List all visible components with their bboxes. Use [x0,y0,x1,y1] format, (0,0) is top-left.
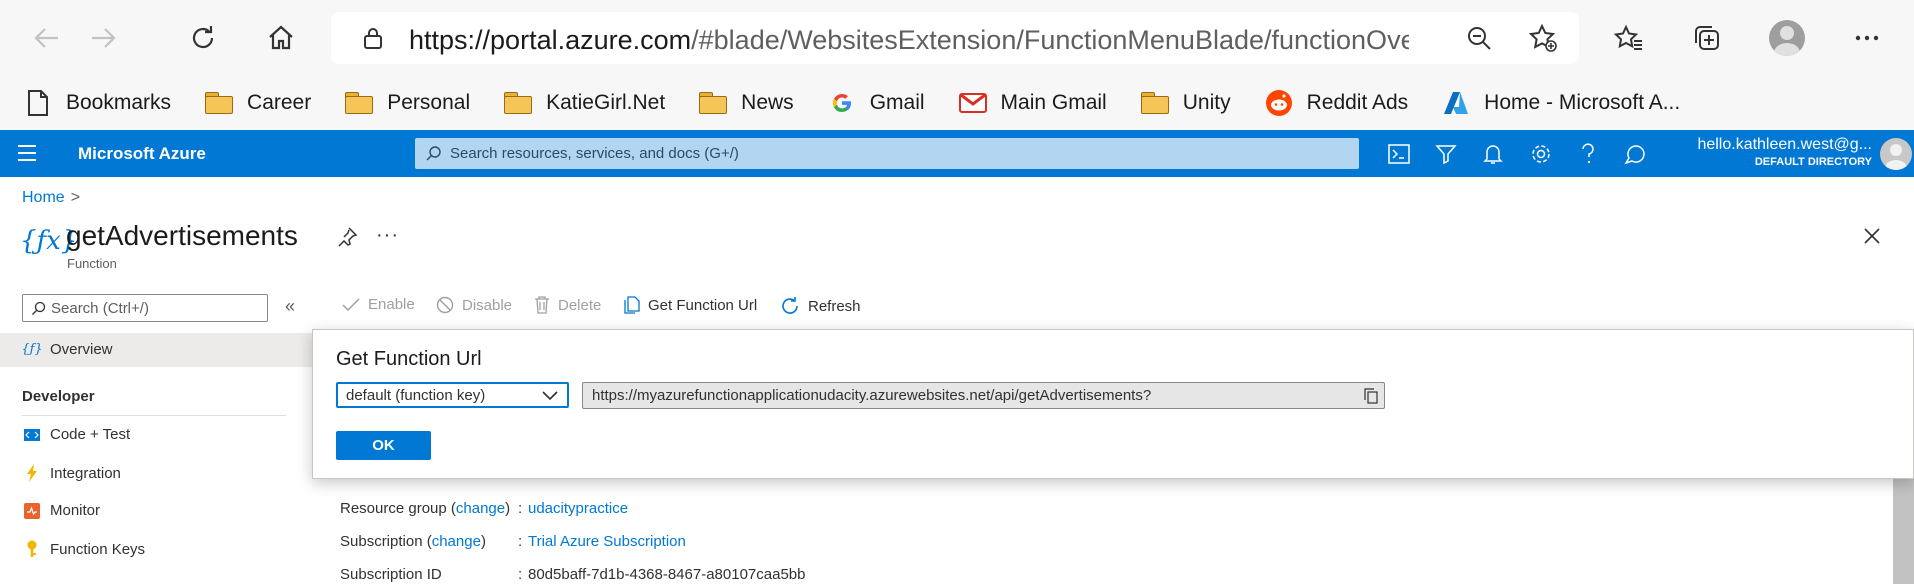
breadcrumb-separator: > [70,189,81,206]
bookmark-reddit-ads[interactable]: Reddit Ads [1265,89,1408,117]
dialog-title: Get Function Url [336,348,482,370]
bookmark-unity[interactable]: Unity [1140,89,1231,117]
monitor-icon [22,502,42,519]
ok-button[interactable]: OK [336,431,431,460]
subscription-id-value: 80d5baff-7d1b-4368-8467-a80107caa5bb [528,566,806,583]
close-icon[interactable] [1862,226,1890,254]
sidebar-item-function-keys[interactable]: Function Keys [22,540,145,558]
resource-group-link[interactable]: udacitypractice [528,500,628,517]
enable-button[interactable]: Enable [342,296,415,313]
feedback-icon[interactable] [1621,140,1649,168]
bookmark-bookmarks[interactable]: Bookmarks [24,89,171,117]
section-developer: Developer [22,388,95,405]
key-icon [22,540,42,558]
scrollbar[interactable] [1893,479,1914,584]
chevron-down-icon [541,389,559,407]
reddit-icon [1265,89,1293,117]
zoom-icon[interactable] [1461,20,1497,56]
lock-icon[interactable] [355,20,391,56]
bookmark-personal[interactable]: Personal [345,89,470,117]
settings-gear-icon[interactable] [1527,140,1555,168]
gmail-icon [958,89,987,117]
disable-button[interactable]: Disable [436,296,512,314]
bookmark-career[interactable]: Career [205,89,311,117]
folder-icon [504,89,533,117]
link-doc-icon [624,296,640,314]
code-icon [22,428,42,441]
forward-icon[interactable] [82,17,124,59]
add-favorite-icon[interactable] [1525,20,1561,56]
hamburger-menu-icon[interactable] [18,145,36,166]
bookmark-katiegirl[interactable]: KatieGirl.Net [504,89,665,117]
subscription-id-label: Subscription ID [340,566,442,583]
function-small-icon: {ƒ} [21,342,43,357]
notifications-icon[interactable] [1479,140,1507,168]
back-icon[interactable] [26,17,68,59]
function-key-dropdown[interactable]: default (function key) [336,382,569,408]
google-icon [828,89,856,117]
favorites-icon[interactable] [1608,17,1650,59]
folder-icon [345,89,374,117]
browser-toolbar: https://portal.azure.com/#blade/Websites… [0,0,1914,76]
subscription-change-link[interactable]: change [432,533,481,550]
folder-icon [205,89,234,117]
bookmark-gmail[interactable]: Gmail [828,89,925,117]
account-info[interactable]: hello.kathleen.west@g... DEFAULT DIRECTO… [1660,136,1872,168]
user-avatar[interactable] [1880,138,1912,170]
search-icon [32,301,46,315]
sidebar-item-integration[interactable]: Integration [22,464,121,482]
directory-filter-icon[interactable] [1432,140,1460,168]
pin-icon[interactable] [336,226,360,250]
resource-group-label: Resource group (change) [340,500,511,517]
resource-group-change-link[interactable]: change [456,500,505,517]
menu-search-input[interactable]: Search (Ctrl+/) [22,294,268,322]
bookmarks-bar: Bookmarks Career Personal KatieGirl.Net … [0,76,1914,130]
page-title: getAdvertisements [66,220,298,251]
azure-brand[interactable]: Microsoft Azure [78,144,206,164]
search-icon [426,146,441,161]
trash-icon [534,296,550,314]
copy-icon[interactable] [1364,388,1378,409]
block-icon [436,296,454,314]
lightning-icon [22,464,42,482]
address-bar[interactable]: https://portal.azure.com/#blade/Websites… [331,12,1579,64]
profile-icon[interactable] [1766,17,1808,59]
breadcrumb: Home > [22,189,80,207]
subscription-label: Subscription (change) [340,533,486,550]
get-function-url-dialog: Get Function Url default (function key) … [312,329,1914,479]
folder-icon [699,89,728,117]
global-search-input[interactable]: Search resources, services, and docs (G+… [415,138,1359,169]
reload-icon[interactable] [182,17,224,59]
check-icon [342,297,360,312]
sidebar-item-monitor[interactable]: Monitor [22,502,100,519]
refresh-icon [780,296,800,316]
sidebar-item-code-test[interactable]: Code + Test [22,426,130,443]
more-options-icon[interactable]: ··· [376,224,399,247]
refresh-button[interactable]: Refresh [780,296,861,316]
bookmark-news[interactable]: News [699,89,794,117]
function-url-field[interactable]: https://myazurefunctionapplicationudacit… [582,382,1385,409]
collapse-menu-icon[interactable]: « [285,296,295,317]
cloud-shell-icon[interactable] [1385,140,1413,168]
bookmark-main-gmail[interactable]: Main Gmail [958,89,1107,117]
collections-icon[interactable] [1686,17,1728,59]
azure-icon [1442,89,1470,117]
menu-more-icon[interactable] [1846,17,1888,59]
sidebar-overview-row[interactable]: {ƒ} Overview [21,341,112,358]
bookmark-home-microsoft[interactable]: Home - Microsoft A... [1442,89,1680,117]
breadcrumb-home-link[interactable]: Home [22,189,65,206]
delete-button[interactable]: Delete [534,296,601,314]
help-icon[interactable] [1574,140,1602,168]
page-icon [24,89,52,117]
azure-top-bar: Microsoft Azure Search resources, servic… [0,130,1914,177]
get-function-url-button[interactable]: Get Function Url [624,296,757,314]
folder-icon [1140,89,1169,117]
home-icon[interactable] [260,17,302,59]
url-text: https://portal.azure.com/#blade/Websites… [409,25,1409,55]
divider [22,415,286,416]
resource-type: Function [67,256,117,271]
subscription-link[interactable]: Trial Azure Subscription [528,533,686,550]
